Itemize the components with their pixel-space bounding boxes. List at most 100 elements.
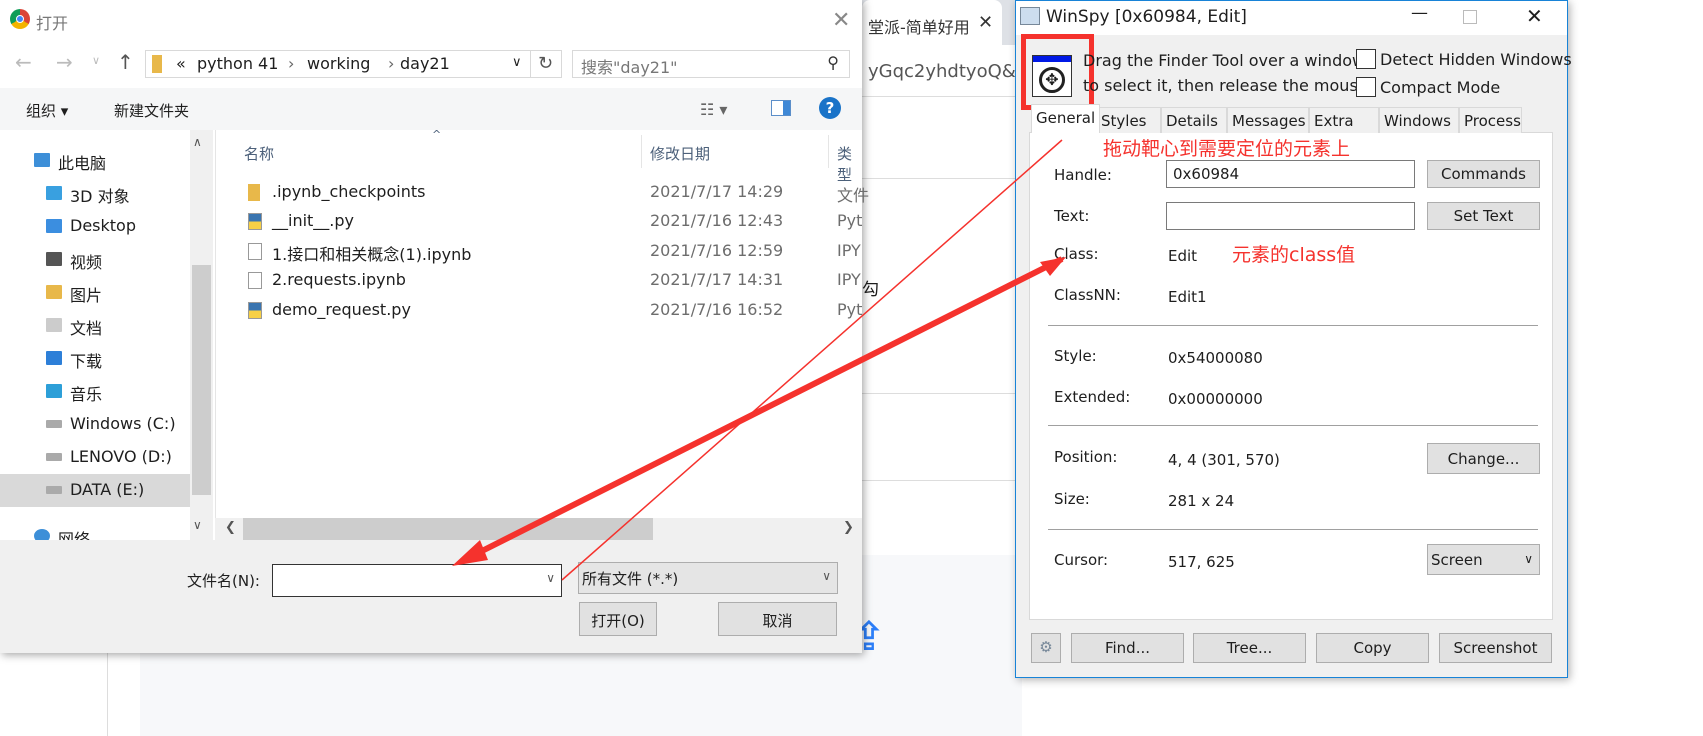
address-path[interactable]: « python 41 › working › day21 ∨ ↻	[145, 50, 562, 78]
folder-icon	[248, 184, 260, 201]
search-icon: ⚲	[827, 53, 839, 72]
recent-chevron-icon[interactable]: ∨	[92, 54, 100, 67]
browser-tab[interactable]: 堂派-简单好用 ✕	[862, 0, 1002, 45]
sidebar-item-videos[interactable]: 视频	[0, 243, 190, 276]
find-button[interactable]: Find...	[1071, 633, 1184, 663]
winspy-app-icon	[1020, 7, 1040, 25]
general-panel: Handle: 0x60984 Commands Text: Set Text …	[1029, 132, 1553, 620]
sidebar-item-drive-e[interactable]: DATA (E:)	[0, 474, 190, 507]
position-value: 4, 4 (301, 570)	[1168, 451, 1280, 469]
python-file-icon	[248, 302, 262, 319]
tab-styles[interactable]: Styles	[1096, 107, 1161, 133]
navigation-pane: 此电脑 3D 对象 Desktop 视频 图片 文档 下载 音乐 Windows…	[0, 130, 215, 540]
compact-mode-checkbox[interactable]	[1356, 77, 1376, 97]
close-icon[interactable]: ✕	[832, 8, 850, 33]
tab-messages[interactable]: Messages	[1227, 107, 1309, 133]
path-dropdown-icon[interactable]: ∨	[512, 55, 522, 70]
tab-windows[interactable]: Windows	[1379, 107, 1459, 133]
minimize-icon[interactable]: —	[1411, 3, 1428, 23]
file-row[interactable]: 2.requests.ipynb 2021/7/17 14:31 IPY	[216, 266, 863, 295]
winspy-window: WinSpy [0x60984, Edit] — ✕ ✥ Drag the Fi…	[1015, 0, 1572, 678]
sidebar-item-desktop[interactable]: Desktop	[0, 210, 190, 243]
folder-icon	[152, 55, 162, 73]
sort-ascending-icon: ^	[432, 128, 442, 141]
filename-label: 文件名(N):	[187, 572, 260, 590]
sidebar-item-3d[interactable]: 3D 对象	[0, 177, 190, 210]
file-type-select[interactable]: 所有文件 (*.*) ∨	[578, 562, 838, 594]
tab-process[interactable]: Process	[1459, 107, 1522, 133]
class-value: Edit	[1168, 247, 1198, 265]
tab-general[interactable]: General	[1031, 104, 1101, 133]
detect-hidden-checkbox[interactable]	[1356, 49, 1376, 69]
sidebar-item-music[interactable]: 音乐	[0, 375, 190, 408]
filename-input[interactable]: ∨	[272, 564, 562, 597]
commands-button[interactable]: Commands	[1427, 160, 1540, 188]
settings-gear-icon[interactable]: ⚙	[1031, 633, 1061, 663]
open-button[interactable]: 打开(O)	[579, 602, 657, 636]
scroll-thumb[interactable]	[192, 265, 211, 495]
sidebar-item-this-pc[interactable]: 此电脑	[0, 144, 190, 177]
help-icon[interactable]: ?	[819, 97, 841, 119]
view-options-icon[interactable]: ☷ ▾	[700, 100, 727, 119]
copy-button[interactable]: Copy	[1316, 633, 1429, 663]
file-list: 名称 ^ 修改日期 类型 .ipynb_checkpoints 2021/7/17…	[215, 128, 869, 518]
dialog-title: 打开	[36, 14, 69, 33]
chrome-icon	[10, 9, 30, 29]
sidebar-item-drive-d[interactable]: LENOVO (D:)	[0, 441, 190, 474]
python-file-icon	[248, 213, 262, 230]
breadcrumb-python41[interactable]: python 41	[197, 54, 278, 73]
sidebar-item-documents[interactable]: 文档	[0, 309, 190, 342]
sidebar-item-network[interactable]: 网络	[0, 520, 190, 540]
close-icon[interactable]: ✕	[1526, 4, 1543, 28]
set-text-button[interactable]: Set Text	[1427, 202, 1540, 230]
search-input[interactable]: 搜索"day21" ⚲	[572, 50, 850, 78]
file-row[interactable]: .ipynb_checkpoints 2021/7/17 14:29 文件	[216, 178, 869, 207]
back-icon[interactable]: ←	[15, 50, 32, 74]
address-bar[interactable]: yGqc2yhdtyoQ&	[862, 45, 1022, 97]
organize-button[interactable]: 组织 ▾	[26, 100, 68, 121]
page-text: 勾	[862, 280, 879, 300]
column-name[interactable]: 名称	[244, 143, 274, 164]
preview-pane-icon[interactable]	[771, 100, 791, 116]
column-date[interactable]: 修改日期	[650, 143, 710, 164]
file-row[interactable]: __init__.py 2021/7/16 12:43 Pyt	[216, 207, 863, 236]
drag-hint-annotation: 拖动靶心到需要定位的元素上	[1103, 138, 1351, 160]
new-folder-button[interactable]: 新建文件夹	[114, 100, 189, 121]
winspy-titlebar: WinSpy [0x60984, Edit] — ✕	[1016, 1, 1567, 35]
search-placeholder: 搜索"day21"	[581, 58, 678, 77]
close-tab-icon[interactable]: ✕	[978, 12, 993, 33]
forward-icon[interactable]: →	[56, 50, 73, 74]
refresh-icon[interactable]: ↻	[538, 53, 553, 74]
open-file-dialog: 打开 ✕ ← → ∨ ↑ « python 41 › working › day…	[0, 0, 869, 653]
change-button[interactable]: Change...	[1427, 443, 1540, 474]
sidebar-item-downloads[interactable]: 下载	[0, 342, 190, 375]
sidebar-item-pictures[interactable]: 图片	[0, 276, 190, 309]
tree-button[interactable]: Tree...	[1193, 633, 1306, 663]
up-icon[interactable]: ↑	[117, 50, 134, 74]
class-hint-annotation: 元素的class值	[1232, 244, 1356, 266]
toolbar: 组织 ▾ 新建文件夹 ☷ ▾ ?	[0, 88, 862, 130]
text-field[interactable]	[1166, 202, 1415, 230]
file-row[interactable]: demo_request.py 2021/7/16 16:52 Pyt	[216, 296, 863, 325]
handle-field[interactable]: 0x60984	[1166, 160, 1415, 188]
path-overflow: «	[176, 54, 186, 73]
cursor-value: 517, 625	[1168, 553, 1235, 571]
breadcrumb-working[interactable]: working	[307, 54, 370, 73]
horizontal-scrollbar[interactable]: ❮ ❯	[215, 518, 862, 540]
finder-hint: to select it, then release the mouse	[1083, 76, 1368, 95]
tab-details[interactable]: Details	[1161, 107, 1227, 133]
breadcrumb-day21[interactable]: day21	[400, 54, 450, 73]
sidebar-scrollbar[interactable]: ∧ ∨	[190, 130, 213, 540]
sidebar-item-drive-c[interactable]: Windows (C:)	[0, 408, 190, 441]
file-icon	[248, 243, 262, 260]
tab-extra[interactable]: Extra	[1309, 107, 1379, 133]
classnn-value: Edit1	[1168, 288, 1207, 306]
finder-highlight-box	[1021, 34, 1094, 110]
extended-value: 0x00000000	[1168, 390, 1263, 408]
file-row[interactable]: 1.接口和相关概念(1).ipynb 2021/7/16 12:59 IPY	[216, 237, 863, 266]
cancel-button[interactable]: 取消	[718, 602, 837, 636]
scroll-thumb[interactable]	[243, 518, 653, 540]
maximize-icon[interactable]	[1463, 10, 1477, 24]
screenshot-button[interactable]: Screenshot	[1439, 633, 1552, 663]
cursor-mode-select[interactable]: Screen ∨	[1427, 544, 1540, 575]
